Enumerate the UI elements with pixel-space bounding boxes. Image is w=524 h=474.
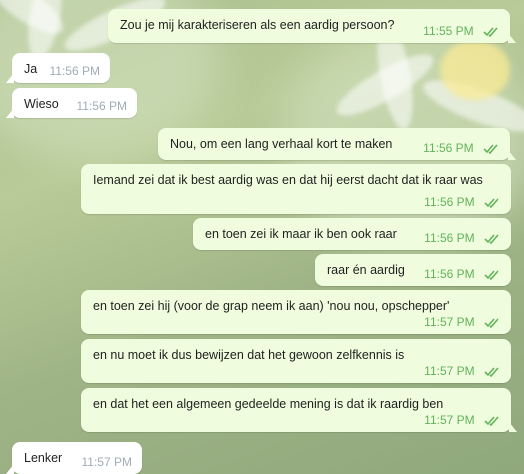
double-check-icon (484, 270, 499, 280)
message-bubble-outgoing[interactable]: en toen zei ik maar ik ben ook raar 11:5… (193, 218, 511, 250)
message-bubble-incoming[interactable]: Ja 11:56 PM (6, 53, 110, 83)
message-bubble-incoming[interactable]: Wieso 11:56 PM (6, 88, 137, 118)
message-meta: 11:56 PM (423, 139, 500, 157)
message-meta: 11:56 PM (424, 193, 501, 211)
message-time: 11:56 PM (424, 195, 475, 209)
double-check-icon (483, 144, 498, 154)
message-text: Nou, om een lang verhaal kort te maken (170, 137, 393, 151)
message-meta: 11:55 PM (423, 22, 500, 40)
message-bubble-outgoing[interactable]: en dat het een algemeen gedeelde mening … (81, 388, 517, 432)
message-bubble-outgoing[interactable]: en toen zei hij (voor de grap neem ik aa… (81, 290, 511, 334)
message-time: 11:56 PM (423, 141, 474, 155)
message-text: en toen zei hij (voor de grap neem ik aa… (93, 299, 450, 313)
message-time: 11:57 PM (81, 455, 132, 469)
message-time: 11:56 PM (424, 231, 475, 245)
double-check-icon (484, 318, 499, 328)
message-bubble-outgoing[interactable]: en nu moet ik dus bewijzen dat het gewoo… (81, 339, 511, 383)
message-bubble-outgoing[interactable]: Nou, om een lang verhaal kort te maken 1… (158, 128, 516, 160)
double-check-icon (483, 27, 498, 37)
double-check-icon (484, 234, 499, 244)
message-bubble-outgoing[interactable]: Iemand zei dat ik best aardig was en dat… (81, 164, 511, 214)
message-meta: 11:56 PM (424, 265, 501, 283)
message-time: 11:56 PM (424, 267, 475, 281)
message-text: raar én aardig (327, 263, 405, 277)
message-text: en toen zei ik maar ik ben ook raar (205, 227, 397, 241)
message-text: Ja (24, 62, 38, 76)
message-text: Lenker (24, 451, 63, 465)
message-text: en nu moet ik dus bewijzen dat het gewoo… (93, 348, 405, 362)
message-bubble-incoming[interactable]: Lenker 11:57 PM (6, 442, 142, 474)
message-bubble-outgoing[interactable]: raar én aardig 11:56 PM (315, 254, 511, 286)
message-time: 11:56 PM (76, 99, 127, 113)
message-text: Zou je mij karakteriseren als een aardig… (120, 18, 395, 32)
message-meta: 11:56 PM (424, 229, 501, 247)
double-check-icon (484, 198, 499, 208)
message-time: 11:56 PM (49, 64, 100, 78)
message-text: Wieso (24, 97, 59, 111)
message-time: 11:57 PM (424, 413, 475, 427)
message-text: Iemand zei dat ik best aardig was en dat… (93, 173, 483, 187)
message-time: 11:57 PM (424, 315, 475, 329)
double-check-icon (484, 416, 499, 426)
message-bubble-outgoing[interactable]: Zou je mij karakteriseren als een aardig… (108, 9, 516, 43)
message-meta: 11:57 PM (424, 313, 501, 331)
message-meta: 11:57 PM (424, 411, 501, 429)
double-check-icon (484, 367, 499, 377)
message-time: 11:57 PM (424, 364, 475, 378)
message-meta: 11:57 PM (424, 362, 501, 380)
message-text: en dat het een algemeen gedeelde mening … (93, 397, 444, 411)
message-time: 11:55 PM (423, 24, 474, 38)
